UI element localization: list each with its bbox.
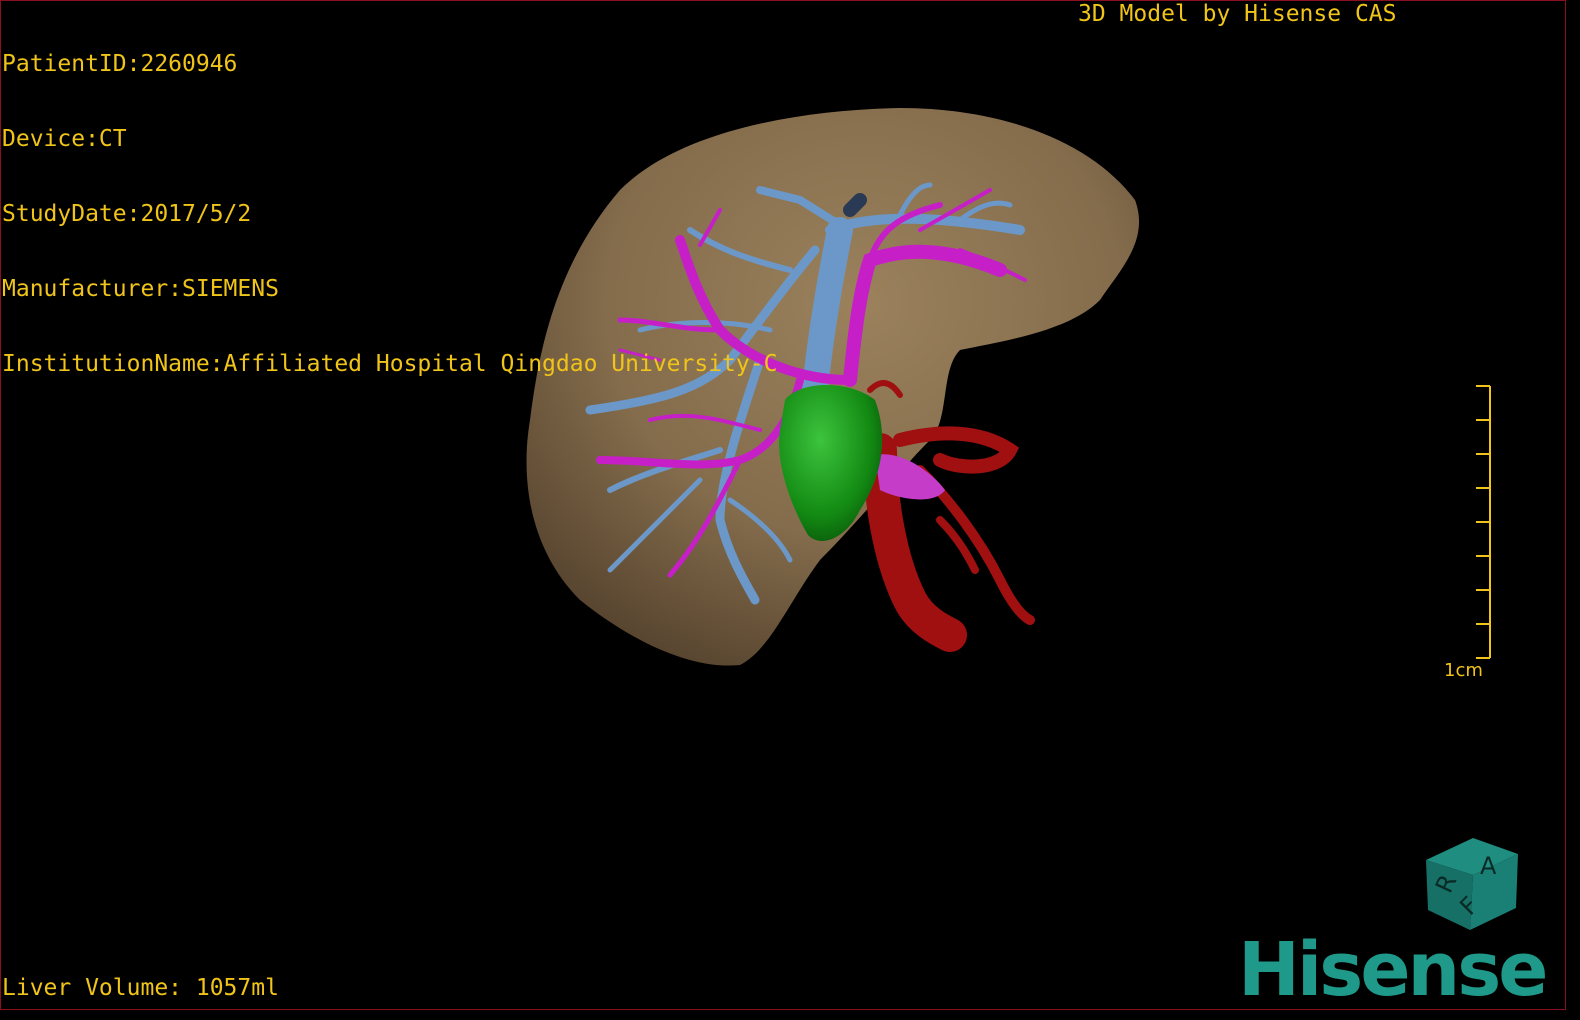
institution-text: InstitutionName:Affiliated Hospital Qing… [2,351,778,377]
device-text: Device:CT [2,126,127,152]
liver-volume-text: Liver Volume: 1057ml [2,975,279,1001]
manufacturer-text: Manufacturer:SIEMENS [2,276,279,302]
patient-info-overlay: PatientID:2260946 Device:CT StudyDate:20… [2,2,777,402]
scale-bar-label: 1cm [1444,660,1483,681]
scale-bar-icon [1476,385,1491,659]
hisense-logo: Hisense [1238,927,1548,1013]
cube-face-a: A [1480,852,1497,880]
orientation-cube-icon[interactable]: A R F [1418,830,1528,940]
study-date-text: StudyDate:2017/5/2 [2,201,252,227]
patient-id-text: PatientID:2260946 [2,51,238,77]
model-credit-text: 3D Model by Hisense CAS [1078,1,1397,27]
